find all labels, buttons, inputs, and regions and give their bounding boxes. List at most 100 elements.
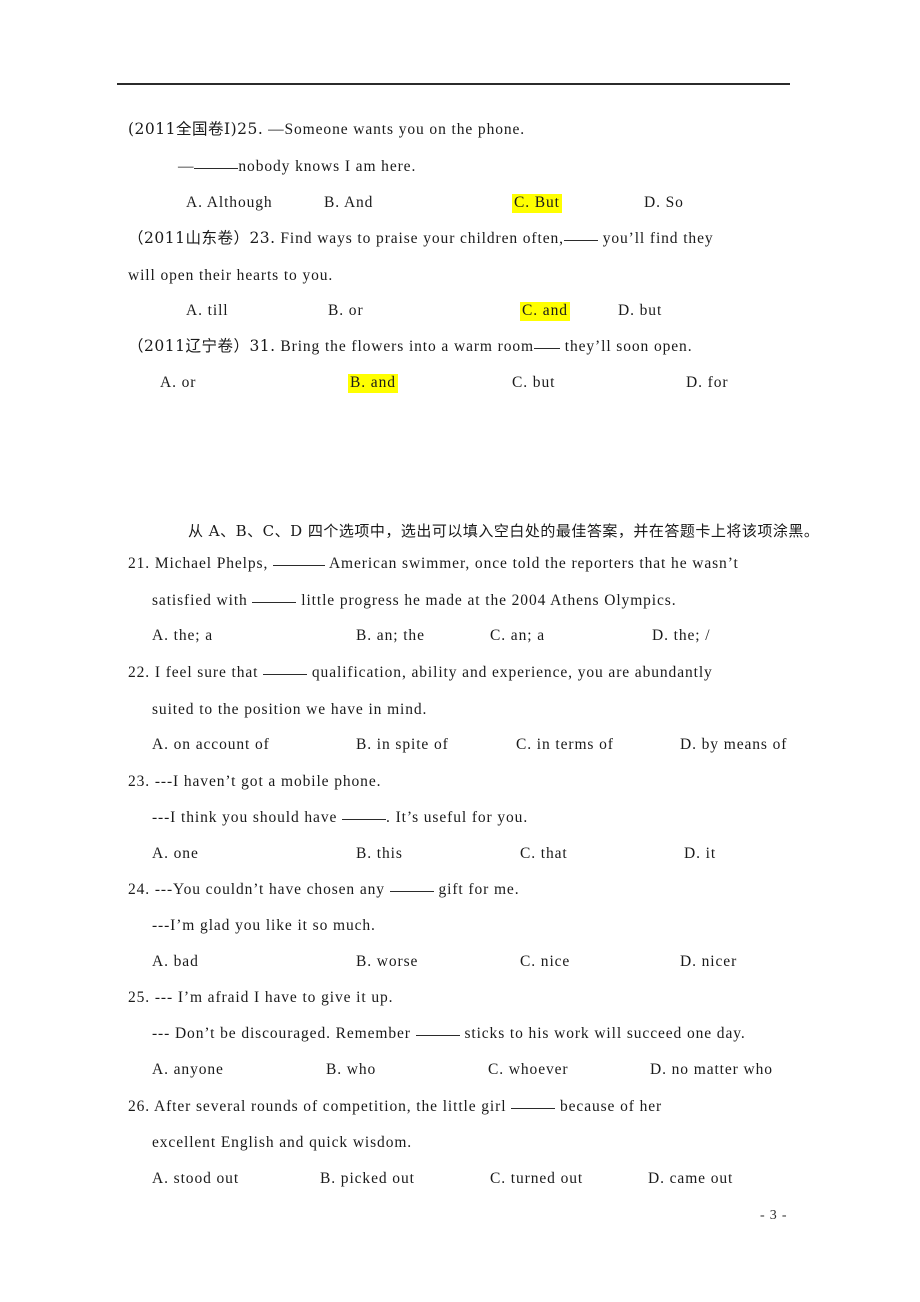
option-label: by means of — [701, 736, 788, 753]
option-2-a[interactable]: A. till — [186, 303, 228, 319]
option-25-a[interactable]: A. anyone — [152, 1062, 224, 1078]
question-source-line-3: （2011辽宁卷）31. Bring the flowers into a wa… — [128, 337, 693, 355]
answer-blank[interactable] — [263, 674, 308, 675]
option-key: C. — [512, 374, 529, 391]
option-key: C. — [490, 627, 507, 644]
option-22-a[interactable]: A. on account of — [152, 737, 270, 753]
option-key: A. — [152, 736, 169, 753]
question-21-text-c: satisfied with — [152, 592, 248, 609]
option-24-c[interactable]: C. nice — [520, 954, 570, 970]
option-23-b[interactable]: B. this — [356, 846, 403, 862]
option-label: the; a — [173, 627, 214, 644]
option-3-d[interactable]: D. for — [686, 375, 728, 391]
option-23-c[interactable]: C. that — [520, 846, 568, 862]
option-key: B. — [350, 374, 367, 391]
option-label: nicer — [701, 953, 738, 970]
option-label: And — [343, 194, 374, 211]
option-24-d[interactable]: D. nicer — [680, 954, 737, 970]
option-key: B. — [356, 845, 373, 862]
option-25-d[interactable]: D. no matter who — [650, 1062, 773, 1078]
option-key: A. — [152, 1170, 169, 1187]
answer-blank[interactable] — [273, 565, 326, 566]
answer-blank[interactable] — [342, 819, 387, 820]
option-1-a[interactable]: A. Although — [186, 195, 273, 211]
question-25-line2: --- Don’t be discouraged. Remember stick… — [152, 1026, 746, 1042]
question-26-text-c: excellent English and quick wisdom. — [152, 1134, 413, 1151]
question-number: 26. — [128, 1098, 151, 1115]
question-23-line2: ---I think you should have . It’s useful… — [152, 810, 528, 826]
option-26-b[interactable]: B. picked out — [320, 1171, 415, 1187]
question-23-text-b: ---I think you should have — [152, 809, 338, 826]
option-key: C. — [514, 194, 531, 211]
question-25-text-a: --- I’m afraid I have to give it up. — [154, 989, 394, 1006]
option-label: turned out — [510, 1170, 584, 1187]
option-key: C. — [516, 736, 533, 753]
option-1-c[interactable]: C. But — [512, 194, 562, 213]
option-label: and — [542, 302, 568, 319]
option-3-b[interactable]: B. and — [348, 374, 398, 393]
option-label: in spite of — [376, 736, 449, 753]
option-key: B. — [356, 953, 373, 970]
question-number: 21. — [128, 555, 151, 572]
answer-blank[interactable] — [563, 240, 598, 241]
option-26-d[interactable]: D. came out — [648, 1171, 733, 1187]
option-21-a[interactable]: A. the; a — [152, 628, 213, 644]
option-key: C. — [520, 953, 537, 970]
header-horizontal-rule — [117, 83, 790, 85]
dash-prefix-1: — — [178, 158, 195, 175]
option-key: B. — [356, 736, 373, 753]
option-22-d[interactable]: D. by means of — [680, 737, 787, 753]
option-21-c[interactable]: C. an; a — [490, 628, 545, 644]
option-26-a[interactable]: A. stood out — [152, 1171, 239, 1187]
option-21-d[interactable]: D. the; / — [652, 628, 710, 644]
question-21-text-b: American swimmer, once told the reporter… — [328, 555, 739, 572]
option-2-c[interactable]: C. and — [520, 302, 570, 321]
question-22-text-b: qualification, ability and experience, y… — [311, 664, 713, 681]
answer-blank[interactable] — [511, 1108, 556, 1109]
answer-blank[interactable] — [194, 168, 239, 169]
option-label: one — [173, 845, 199, 862]
option-2-d[interactable]: D. but — [618, 303, 662, 319]
option-label: that — [540, 845, 568, 862]
answer-blank[interactable] — [533, 348, 560, 349]
question-21-line2: satisfied with little progress he made a… — [152, 593, 677, 609]
option-22-c[interactable]: C. in terms of — [516, 737, 614, 753]
option-label: Although — [206, 194, 273, 211]
answer-blank[interactable] — [252, 602, 297, 603]
option-21-b[interactable]: B. an; the — [356, 628, 425, 644]
option-23-a[interactable]: A. one — [152, 846, 199, 862]
option-key: D. — [680, 953, 697, 970]
option-label: for — [707, 374, 729, 391]
answer-blank[interactable] — [389, 891, 434, 892]
option-25-b[interactable]: B. who — [326, 1062, 376, 1078]
stem-text-3-line1b: they’ll soon open. — [564, 338, 693, 355]
option-25-c[interactable]: C. whoever — [488, 1062, 568, 1078]
option-key: A. — [152, 845, 169, 862]
question-24-text-a: ---You couldn’t have chosen any — [154, 881, 385, 898]
option-23-d[interactable]: D. it — [684, 846, 716, 862]
answer-blank[interactable] — [415, 1035, 460, 1036]
option-3-a[interactable]: A. or — [160, 375, 196, 391]
question-number: 23. — [128, 773, 151, 790]
option-key: C. — [522, 302, 539, 319]
option-2-b[interactable]: B. or — [328, 303, 364, 319]
option-1-d[interactable]: D. So — [644, 195, 684, 211]
question-source-line-2: （2011山东卷）23. Find ways to praise your ch… — [128, 230, 714, 247]
question-number: 24. — [128, 881, 151, 898]
option-label: an; a — [510, 627, 545, 644]
option-label: till — [207, 302, 229, 319]
option-26-c[interactable]: C. turned out — [490, 1171, 583, 1187]
option-3-c[interactable]: C. but — [512, 375, 555, 391]
question-26-text-b: because of her — [559, 1098, 663, 1115]
question-25-line1: 25. --- I’m afraid I have to give it up. — [128, 990, 393, 1006]
option-22-b[interactable]: B. in spite of — [356, 737, 449, 753]
source-label-3: （2011辽宁卷）31. — [128, 337, 276, 355]
option-key: A. — [152, 953, 169, 970]
source-label-1: (2011全国卷I)25. — [128, 120, 264, 138]
option-24-a[interactable]: A. bad — [152, 954, 199, 970]
option-24-b[interactable]: B. worse — [356, 954, 418, 970]
question-21-text-d: little progress he made at the 2004 Athe… — [301, 592, 677, 609]
option-1-b[interactable]: B. And — [324, 195, 373, 211]
question-21-text-a: Michael Phelps, — [154, 555, 269, 572]
option-key: B. — [328, 302, 345, 319]
